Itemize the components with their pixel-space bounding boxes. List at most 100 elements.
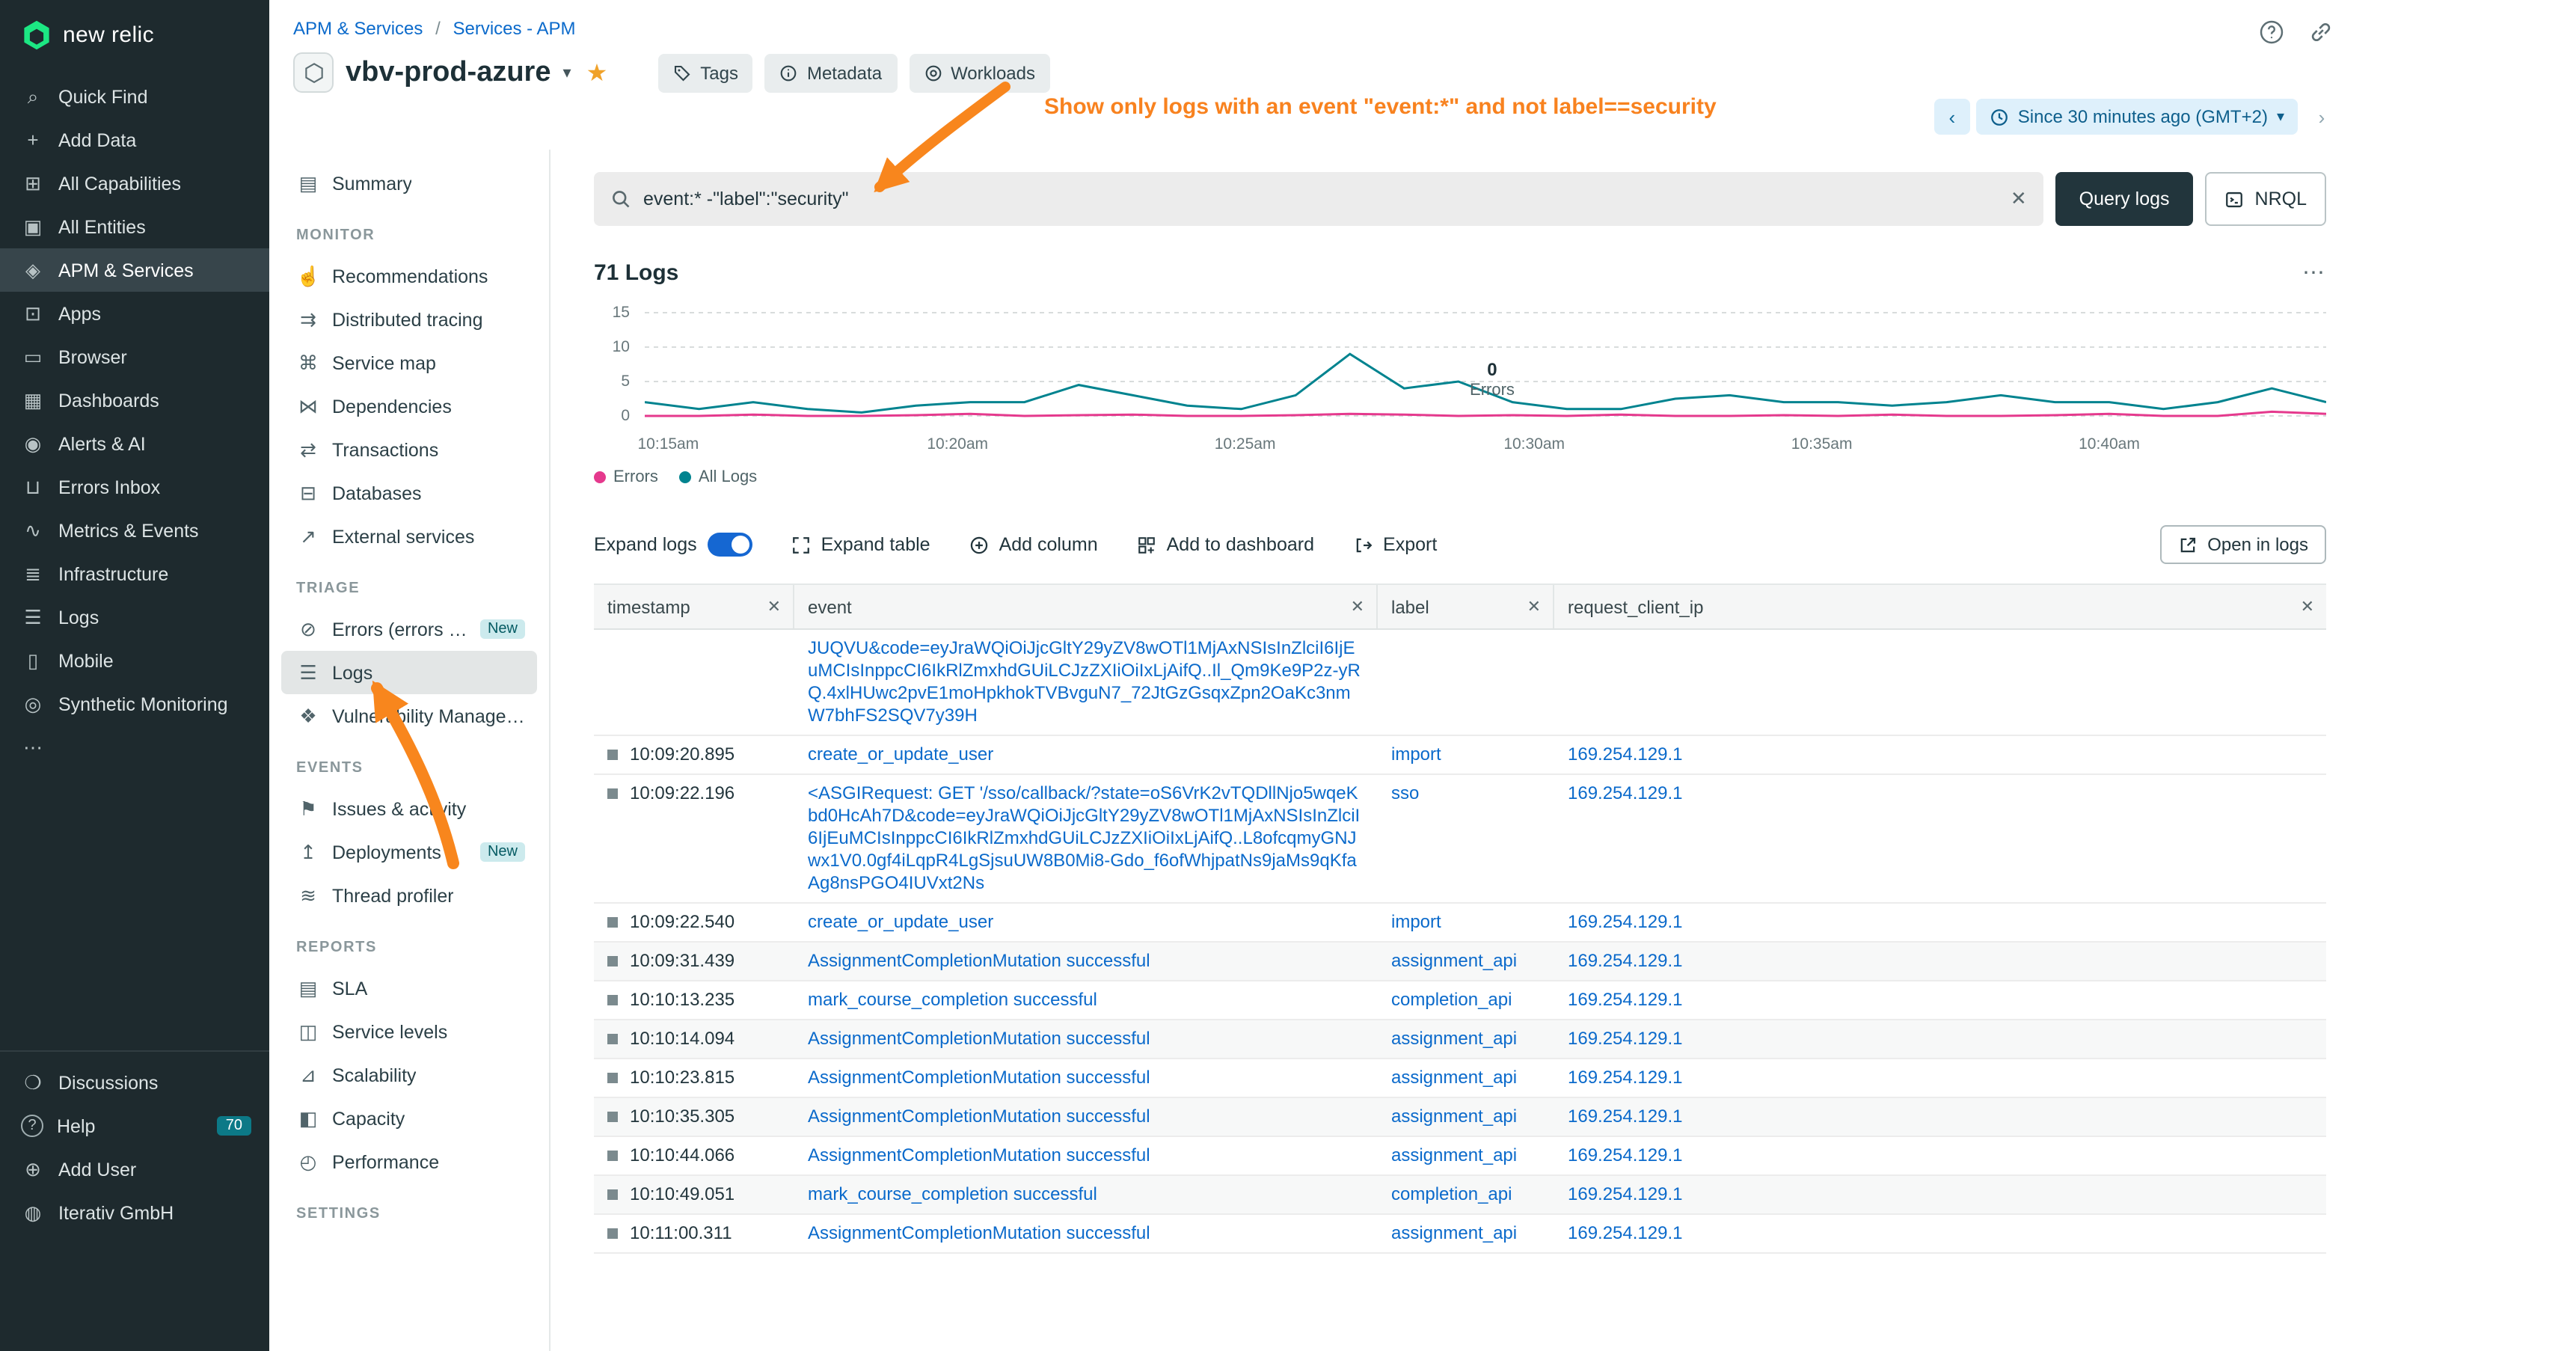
service-nav-item[interactable]: ◫ Service levels xyxy=(281,1010,537,1053)
service-nav-item[interactable]: ▤ Summary xyxy=(281,162,537,205)
open-in-logs-button[interactable]: Open in logs xyxy=(2159,525,2326,564)
log-row[interactable]: 10:10:44.066 AssignmentCompletionMutatio… xyxy=(594,1137,2326,1176)
breadcrumb-link-apm-services[interactable]: APM & Services xyxy=(293,18,423,39)
global-nav-item[interactable]: ▦ Dashboards xyxy=(0,379,269,422)
metadata-button[interactable]: Metadata xyxy=(765,53,897,92)
log-event-link[interactable]: create_or_update_user xyxy=(808,911,993,932)
log-event-link[interactable]: <ASGIRequest: GET '/sso/callback/?state=… xyxy=(808,782,1360,893)
service-nav-item[interactable]: ↗ External services xyxy=(281,515,537,558)
log-event-link[interactable]: mark_course_completion successful xyxy=(808,1183,1097,1204)
global-nav-item[interactable]: ▣ All Entities xyxy=(0,205,269,248)
log-label-link[interactable]: assignment_api xyxy=(1391,950,1517,971)
log-label-link[interactable]: assignment_api xyxy=(1391,1145,1517,1165)
log-row[interactable]: 10:10:14.094 AssignmentCompletionMutatio… xyxy=(594,1020,2326,1059)
log-ip-link[interactable]: 169.254.129.1 xyxy=(1568,1028,1683,1049)
time-range-button[interactable]: Since 30 minutes ago (GMT+2) ▾ xyxy=(1976,99,2298,135)
global-nav-footer-item[interactable]: ⊕ Add User xyxy=(0,1148,269,1191)
global-nav-item[interactable]: ⋯ xyxy=(0,726,269,769)
log-row[interactable]: 10:10:23.815 AssignmentCompletionMutatio… xyxy=(594,1059,2326,1098)
global-nav-item[interactable]: ◎ Synthetic Monitoring xyxy=(0,682,269,726)
global-nav-item[interactable]: ▭ Browser xyxy=(0,335,269,379)
log-row[interactable]: 10:11:00.311 AssignmentCompletionMutatio… xyxy=(594,1215,2326,1254)
log-event-link[interactable]: AssignmentCompletionMutation successful xyxy=(808,1028,1150,1049)
log-ip-link[interactable]: 169.254.129.1 xyxy=(1568,1067,1683,1088)
remove-column-icon[interactable]: ✕ xyxy=(2301,597,2314,616)
remove-column-icon[interactable]: ✕ xyxy=(1351,597,1364,616)
log-ip-link[interactable]: 169.254.129.1 xyxy=(1568,1183,1683,1204)
legend-item[interactable]: All Logs xyxy=(679,468,757,486)
remove-column-icon[interactable]: ✕ xyxy=(1527,597,1541,616)
column-header[interactable]: label ✕ xyxy=(1378,585,1554,628)
logs-options-menu-icon[interactable]: ⋯ xyxy=(2302,259,2326,286)
log-event-link[interactable]: mark_course_completion successful xyxy=(808,989,1097,1010)
tags-button[interactable]: Tags xyxy=(658,53,753,92)
service-nav-item[interactable]: ⇄ Transactions xyxy=(281,428,537,471)
log-row[interactable]: 10:10:49.051 mark_course_completion succ… xyxy=(594,1176,2326,1215)
add-column-button[interactable]: Add column xyxy=(969,534,1098,555)
log-query-input[interactable] xyxy=(643,189,1999,209)
service-nav-item[interactable]: ↥ Deployments New xyxy=(281,830,537,874)
log-ip-link[interactable]: 169.254.129.1 xyxy=(1568,744,1683,765)
global-nav-item[interactable]: ∿ Metrics & Events xyxy=(0,509,269,552)
help-circle-icon[interactable] xyxy=(2259,19,2284,45)
log-row[interactable]: 10:10:35.305 AssignmentCompletionMutatio… xyxy=(594,1098,2326,1137)
add-to-dashboard-button[interactable]: Add to dashboard xyxy=(1137,534,1314,555)
global-nav-item[interactable]: + Add Data xyxy=(0,118,269,162)
service-nav-item[interactable]: ≋ Thread profiler xyxy=(281,874,537,917)
log-event-link[interactable]: AssignmentCompletionMutation successful xyxy=(808,1222,1150,1243)
log-ip-link[interactable]: 169.254.129.1 xyxy=(1568,1145,1683,1165)
new-relic-logo[interactable]: new relic xyxy=(0,0,269,67)
legend-item[interactable]: Errors xyxy=(594,468,658,486)
clear-query-icon[interactable]: ✕ xyxy=(2011,187,2027,211)
service-nav-item[interactable]: ☝ Recommendations xyxy=(281,254,537,298)
service-nav-item[interactable]: ⊘ Errors (errors inb... New xyxy=(281,607,537,651)
service-nav-item[interactable]: ▤ SLA xyxy=(281,966,537,1010)
service-nav-item[interactable]: ⚑ Issues & activity xyxy=(281,787,537,830)
log-label-link[interactable]: assignment_api xyxy=(1391,1067,1517,1088)
global-nav-item[interactable]: ≣ Infrastructure xyxy=(0,552,269,595)
service-nav-item[interactable]: ❖ Vulnerability Management xyxy=(281,694,537,738)
global-nav-item[interactable]: ⌕ Quick Find xyxy=(0,75,269,118)
service-nav-item[interactable]: ⊟ Databases xyxy=(281,471,537,515)
log-ip-link[interactable]: 169.254.129.1 xyxy=(1568,1222,1683,1243)
log-label-link[interactable]: completion_api xyxy=(1391,989,1512,1010)
time-forward-button[interactable]: › xyxy=(2304,99,2340,135)
service-nav-item[interactable]: ⇉ Distributed tracing xyxy=(281,298,537,341)
log-ip-link[interactable]: 169.254.129.1 xyxy=(1568,782,1683,803)
column-header[interactable]: event ✕ xyxy=(794,585,1378,628)
global-nav-item[interactable]: ⊔ Errors Inbox xyxy=(0,465,269,509)
log-event-link[interactable]: create_or_update_user xyxy=(808,744,993,765)
service-nav-item[interactable]: ⊿ Scalability xyxy=(281,1053,537,1097)
expand-logs-toggle[interactable] xyxy=(708,533,752,557)
log-ip-link[interactable]: 169.254.129.1 xyxy=(1568,1106,1683,1127)
log-row[interactable]: 10:10:13.235 mark_course_completion succ… xyxy=(594,981,2326,1020)
log-label-link[interactable]: sso xyxy=(1391,782,1419,803)
log-query-box[interactable]: ✕ xyxy=(594,172,2043,226)
service-nav-item[interactable]: ◧ Capacity xyxy=(281,1097,537,1140)
breadcrumb-link-services-apm[interactable]: Services - APM xyxy=(453,18,575,39)
service-nav-item[interactable]: ☰ Logs xyxy=(281,651,537,694)
global-nav-item[interactable]: ⊡ Apps xyxy=(0,292,269,335)
log-row[interactable]: 10:09:22.540 create_or_update_user impor… xyxy=(594,904,2326,943)
service-nav-item[interactable]: ⌘ Service map xyxy=(281,341,537,385)
expand-logs-control[interactable]: Expand logs xyxy=(594,533,752,557)
global-nav-item[interactable]: ◈ APM & Services xyxy=(0,248,269,292)
log-row[interactable]: 10:09:20.895 create_or_update_user impor… xyxy=(594,736,2326,775)
service-nav-item[interactable]: ⋈ Dependencies xyxy=(281,385,537,428)
log-row[interactable]: 10:09:31.439 AssignmentCompletionMutatio… xyxy=(594,943,2326,981)
global-nav-footer-item[interactable]: ◍ Iterativ GmbH xyxy=(0,1191,269,1234)
column-header[interactable]: request_client_ip ✕ xyxy=(1554,585,2326,628)
query-logs-button[interactable]: Query logs xyxy=(2055,172,2194,226)
global-nav-footer-item[interactable]: ? Help 70 xyxy=(0,1104,269,1148)
log-event-link[interactable]: AssignmentCompletionMutation successful xyxy=(808,1106,1150,1127)
log-ip-link[interactable]: 169.254.129.1 xyxy=(1568,911,1683,932)
log-event-link[interactable]: JUQVU&code=eyJraWQiOiJjcGltY29yZV8wOTl1M… xyxy=(808,637,1361,726)
export-button[interactable]: Export xyxy=(1353,534,1437,555)
log-label-link[interactable]: assignment_api xyxy=(1391,1028,1517,1049)
global-nav-item[interactable]: ◉ Alerts & AI xyxy=(0,422,269,465)
log-event-link[interactable]: AssignmentCompletionMutation successful xyxy=(808,1145,1150,1165)
global-nav-item[interactable]: ⊞ All Capabilities xyxy=(0,162,269,205)
log-row[interactable]: 10:09:22.196 <ASGIRequest: GET '/sso/cal… xyxy=(594,775,2326,904)
log-label-link[interactable]: import xyxy=(1391,744,1441,765)
time-back-button[interactable]: ‹ xyxy=(1934,99,1970,135)
